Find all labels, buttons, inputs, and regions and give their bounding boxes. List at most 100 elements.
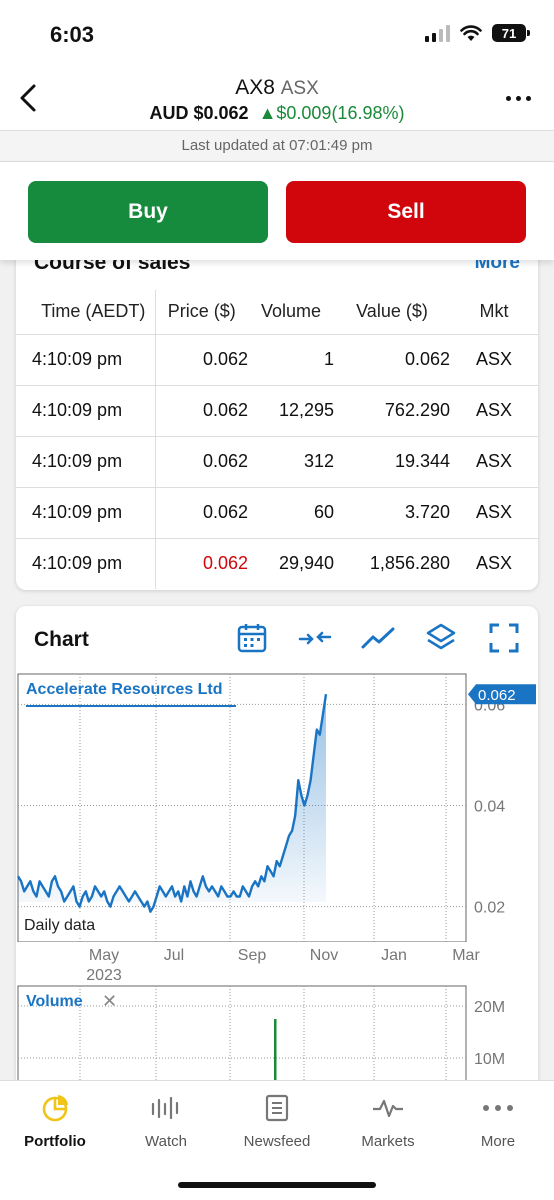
chart-toolbar: [234, 620, 522, 656]
compare-icon: [298, 631, 332, 645]
trade-price: 0.062: [155, 436, 248, 488]
calendar-button[interactable]: [234, 620, 270, 656]
price-change-percent: (16.98%): [331, 103, 405, 123]
compare-button[interactable]: [297, 620, 333, 656]
status-time: 6:03: [50, 22, 95, 47]
trade-value: 762.290: [334, 385, 450, 437]
trade-market: ASX: [475, 553, 513, 574]
more-icon: [483, 1105, 513, 1111]
calendar-icon: [237, 624, 267, 653]
price-chart[interactable]: 0.020.040.06Accelerate Resources LtdDail…: [16, 672, 538, 942]
column-header: Value ($): [334, 290, 450, 335]
layers-button[interactable]: [423, 620, 459, 656]
y-tick-label: 10M: [474, 1051, 505, 1068]
trade-time: 4:10:09 pm: [16, 385, 156, 437]
nav-markets[interactable]: Markets: [333, 1091, 443, 1150]
column-header: Volume: [248, 290, 334, 335]
column-header: Price ($): [155, 290, 248, 335]
trade-price: 0.062: [202, 553, 248, 574]
current-price-label: 0.062: [478, 687, 516, 704]
trade-time: 4:10:09 pm: [16, 538, 156, 589]
sell-button[interactable]: Sell: [286, 181, 526, 243]
signal-icon: [425, 24, 450, 42]
course-of-sales-table: Time (AEDT) Price ($) Volume Value ($) M…: [16, 290, 538, 589]
price-change: ▲$0.009: [258, 103, 332, 123]
trade-volume: 60: [248, 487, 334, 539]
fullscreen-button[interactable]: [486, 620, 522, 656]
trade-volume: 1: [248, 334, 334, 386]
chart-footnote: Daily data: [24, 917, 95, 934]
nav-label: Portfolio: [24, 1133, 86, 1150]
trade-volume: 312: [248, 436, 334, 488]
x-tick-label: Sep: [238, 947, 267, 964]
x-tick-label: Nov: [310, 947, 338, 964]
table-row: 4:10:09 pm 0.062 12,295 762.290 ASX: [16, 385, 538, 437]
y-tick-label: 20M: [474, 999, 505, 1016]
stock-header: AX8 ASX AUD $0.062 ▲$0.009(16.98%): [0, 66, 554, 130]
line-style-icon: [361, 627, 395, 649]
watch-icon: [151, 1096, 179, 1120]
more-options-button[interactable]: [498, 78, 538, 118]
table-row: 4:10:09 pm 0.062 60 3.720 ASX: [16, 487, 538, 539]
battery-icon: 71: [492, 24, 530, 42]
column-header: Mkt: [450, 290, 538, 335]
trade-time: 4:10:09 pm: [16, 334, 156, 386]
newsfeed-icon: [265, 1094, 289, 1122]
layers-icon: [426, 623, 456, 650]
x-tick-label: 2023: [86, 967, 122, 984]
trade-volume: 29,940: [278, 553, 334, 574]
x-tick-label: Jan: [381, 947, 407, 964]
line-style-button[interactable]: [360, 620, 396, 656]
wifi-icon: [460, 24, 482, 41]
trade-value: 1,856.280: [369, 553, 450, 574]
portfolio-icon: [42, 1095, 68, 1122]
more-dot-icon: [505, 95, 511, 101]
trade-value: 3.720: [334, 487, 450, 539]
nav-label: Markets: [361, 1133, 415, 1150]
ticker-exchange: ASX: [280, 78, 319, 99]
x-tick-label: May: [89, 947, 119, 964]
markets-icon: [373, 1099, 403, 1118]
nav-label: More: [480, 1133, 516, 1150]
price-line: AUD $0.062 ▲$0.009(16.98%): [0, 103, 554, 124]
status-bar: 6:03 71: [0, 0, 554, 66]
more-dot-icon: [525, 95, 531, 101]
nav-label: Watch: [145, 1133, 187, 1150]
trade-value: 19.344: [334, 436, 450, 488]
column-header: Time (AEDT): [16, 290, 156, 335]
trade-price: 0.062: [155, 334, 248, 386]
fullscreen-icon: [489, 623, 519, 653]
table-row: 4:10:09 pm 0.062 1 0.062 ASX: [16, 334, 538, 386]
trade-actions: Buy Sell: [0, 162, 554, 260]
nav-portfolio[interactable]: Portfolio: [0, 1091, 110, 1150]
x-tick-label: Jul: [164, 947, 184, 964]
close-icon: ✕: [102, 991, 117, 1012]
trade-volume: 12,295: [248, 385, 334, 437]
x-tick-label: Mar: [452, 947, 480, 964]
volume-label: Volume: [26, 993, 83, 1010]
chart-card: Chart 0.02 0.04 0.06 Accelerate Resource…: [16, 606, 538, 1126]
table-row: 4:10:09 pm 0.062 29,940 1,856.280 ASX: [16, 538, 538, 589]
nav-watch[interactable]: Watch: [111, 1091, 221, 1150]
trade-market: ASX: [450, 334, 538, 386]
chart-title: Chart: [34, 628, 89, 651]
nav-more[interactable]: More: [443, 1091, 553, 1150]
last-updated: Last updated at 07:01:49 pm: [0, 130, 554, 162]
trade-market: ASX: [450, 487, 538, 539]
more-dot-icon: [515, 95, 521, 101]
table-row: 4:10:09 pm 0.062 312 19.344 ASX: [16, 436, 538, 488]
nav-label: Newsfeed: [243, 1133, 311, 1150]
nav-newsfeed[interactable]: Newsfeed: [222, 1091, 332, 1150]
trade-market: ASX: [450, 436, 538, 488]
trade-time: 4:10:09 pm: [16, 487, 156, 539]
trade-market: ASX: [450, 385, 538, 437]
ticker-code: AX8: [235, 76, 275, 99]
trade-value: 0.062: [334, 334, 450, 386]
home-indicator: [178, 1182, 376, 1188]
y-tick-label: 0.02: [474, 900, 505, 917]
trade-price: 0.062: [155, 487, 248, 539]
buy-button[interactable]: Buy: [28, 181, 268, 243]
ticker-title: AX8 ASX: [0, 76, 554, 100]
chart-company-name: Accelerate Resources Ltd: [26, 681, 223, 698]
last-price: AUD $0.062: [149, 103, 249, 123]
